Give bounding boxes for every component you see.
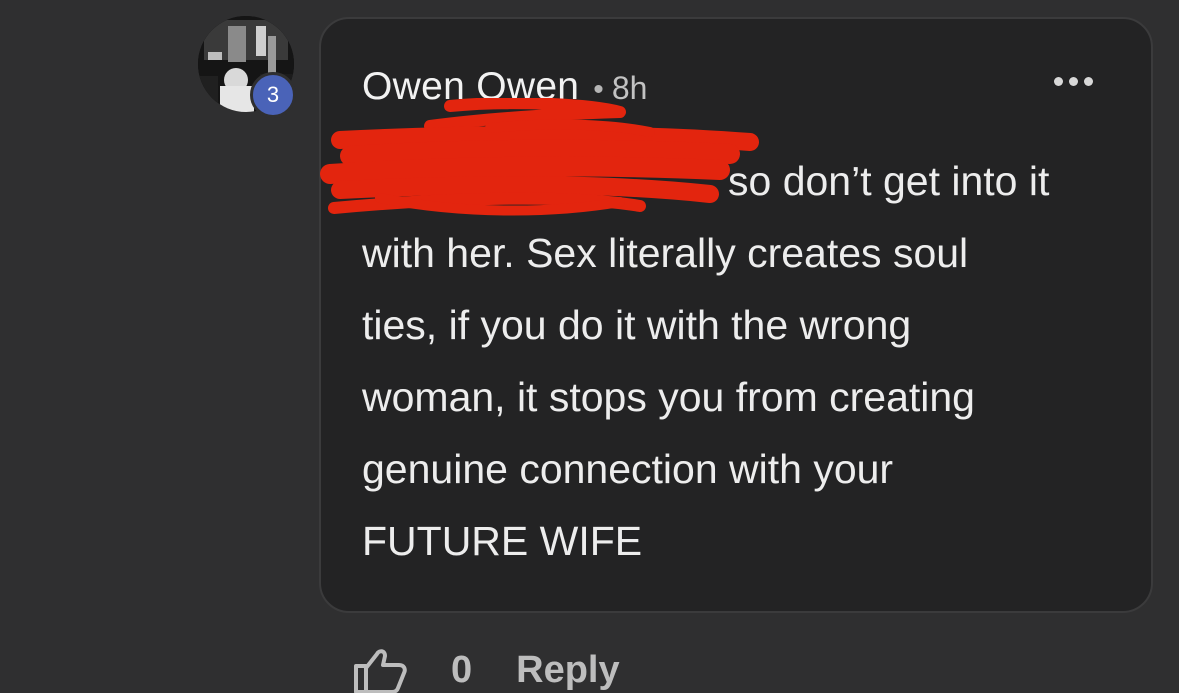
reply-button[interactable]: Reply [516, 649, 619, 692]
more-options-button[interactable] [1054, 77, 1093, 86]
red-scribble-redaction [320, 98, 759, 216]
more-horizontal-icon [1054, 77, 1063, 86]
comment-line-4: woman, it stops you from creating [362, 374, 975, 420]
comment-line-5: genuine connection with your [362, 446, 894, 492]
like-count: 0 [451, 648, 473, 691]
comment-line-6: FUTURE WIFE [362, 518, 643, 564]
avatar-container[interactable]: 3 [198, 16, 296, 118]
level-badge: 3 [250, 72, 296, 118]
comment-line-1-text: so don’t get into it [728, 158, 1050, 204]
comment-actions: 0 Reply [353, 646, 620, 693]
comment-thread: 3 Owen Owen • 8h so don’t get into it wi… [0, 0, 1179, 693]
thumbs-up-icon[interactable] [353, 646, 407, 693]
comment-line-3: ties, if you do it with the wrong [362, 302, 912, 348]
